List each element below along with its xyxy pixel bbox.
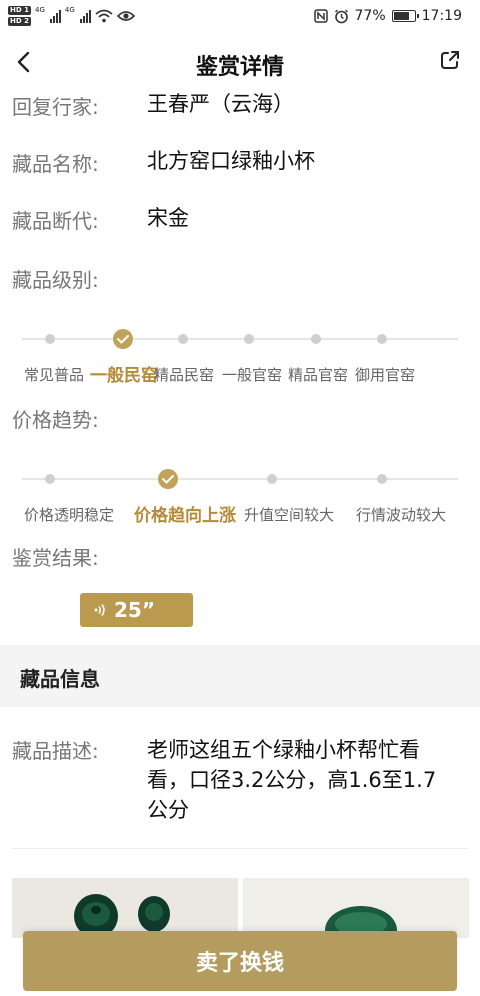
battery-icon [391,10,419,22]
signal-icon-2 [79,9,91,23]
level-selected-check-icon [113,329,133,349]
signal-icon [49,9,61,23]
trend-step-dot [45,474,55,484]
wifi-icon [95,9,113,23]
divider [12,848,468,849]
level-step-dot [311,334,321,344]
status-bar: HD 1 HD 2 4G 4G 77% 17:19 [0,0,480,36]
trend-step-label: 行情波动较大 [356,506,447,524]
hd1-badge: HD 1 [8,6,31,15]
result-label: 鉴赏结果: [12,546,99,570]
collection-photo-1[interactable] [12,878,238,938]
nfc-icon [313,9,328,23]
expert-row: 回复行家: 王春严（云海） [12,91,468,125]
level-label: 藏品级别: [12,268,99,292]
cup-photo-image [12,878,238,938]
trend-selected-check-icon [158,469,178,489]
expert-label: 回复行家: [12,95,99,119]
expert-value: 王春严（云海） [147,92,294,116]
level-step-label: 常见普品 [24,366,85,384]
dating-value: 宋金 [147,206,189,230]
trend-label: 价格趋势: [12,408,99,432]
share-icon[interactable] [438,48,462,72]
level-step-dot [377,334,387,344]
network-type-2: 4G [64,6,75,14]
level-step-label: 精品官窑 [288,366,349,384]
description-value: 老师这组五个绿釉小杯帮忙看看，口径3.2公分，高1.6至1.7公分 [147,738,437,822]
trend-step-label: 升值空间较大 [244,506,335,524]
eye-icon [116,11,135,21]
trend-step-label: 价格透明稳定 [24,506,115,524]
level-stepper: 常见普品 一般民窑 精品民窑 一般官窑 精品官窑 御用官窑 [0,318,480,408]
name-row: 藏品名称: 北方窑口绿釉小杯 [12,148,468,182]
cup-photo-image-2 [243,878,469,938]
trend-step-label: 价格趋向上涨 [134,506,236,526]
name-value: 北方窑口绿釉小杯 [147,149,315,173]
level-step-label: 一般民窑 [90,366,158,386]
voice-message-button[interactable]: 25” [80,593,193,627]
info-section-header: 藏品信息 [0,645,480,707]
description-label: 藏品描述: [12,739,99,763]
description-row: 藏品描述: 老师这组五个绿釉小杯帮忙看看，口径3.2公分，高1.6至1.7公分 [12,735,468,825]
alarm-icon [334,9,348,23]
level-step-dot [244,334,254,344]
dating-label: 藏品断代: [12,209,99,233]
trend-step-dot [377,474,387,484]
page-title: 鉴赏详情 [195,55,284,80]
info-section-title: 藏品信息 [20,667,100,691]
dating-row: 藏品断代: 宋金 [12,205,468,239]
hd2-badge: HD 2 [8,17,31,26]
trend-step-dot [267,474,277,484]
trend-stepper: 价格透明稳定 价格趋向上涨 升值空间较大 行情波动较大 [0,458,480,548]
name-label: 藏品名称: [12,152,99,176]
nav-bar: 鉴赏详情 [0,36,480,92]
trend-track [22,478,458,480]
level-step-label: 一般官窑 [222,366,283,384]
level-step-label: 精品民窑 [154,366,215,384]
voice-duration: 25” [114,598,155,622]
clock: 17:19 [421,8,462,24]
collection-photo-2[interactable] [243,878,469,938]
sound-wave-icon [94,604,105,616]
battery-percent: 77% [354,8,386,24]
level-track [22,338,458,340]
hd-badges: HD 1 HD 2 [8,6,31,26]
level-step-dot [45,334,55,344]
level-step-dot [178,334,188,344]
level-step-label: 御用官窑 [355,366,416,384]
sell-button[interactable]: 卖了换钱 [23,931,457,991]
network-type-1: 4G [34,6,45,14]
